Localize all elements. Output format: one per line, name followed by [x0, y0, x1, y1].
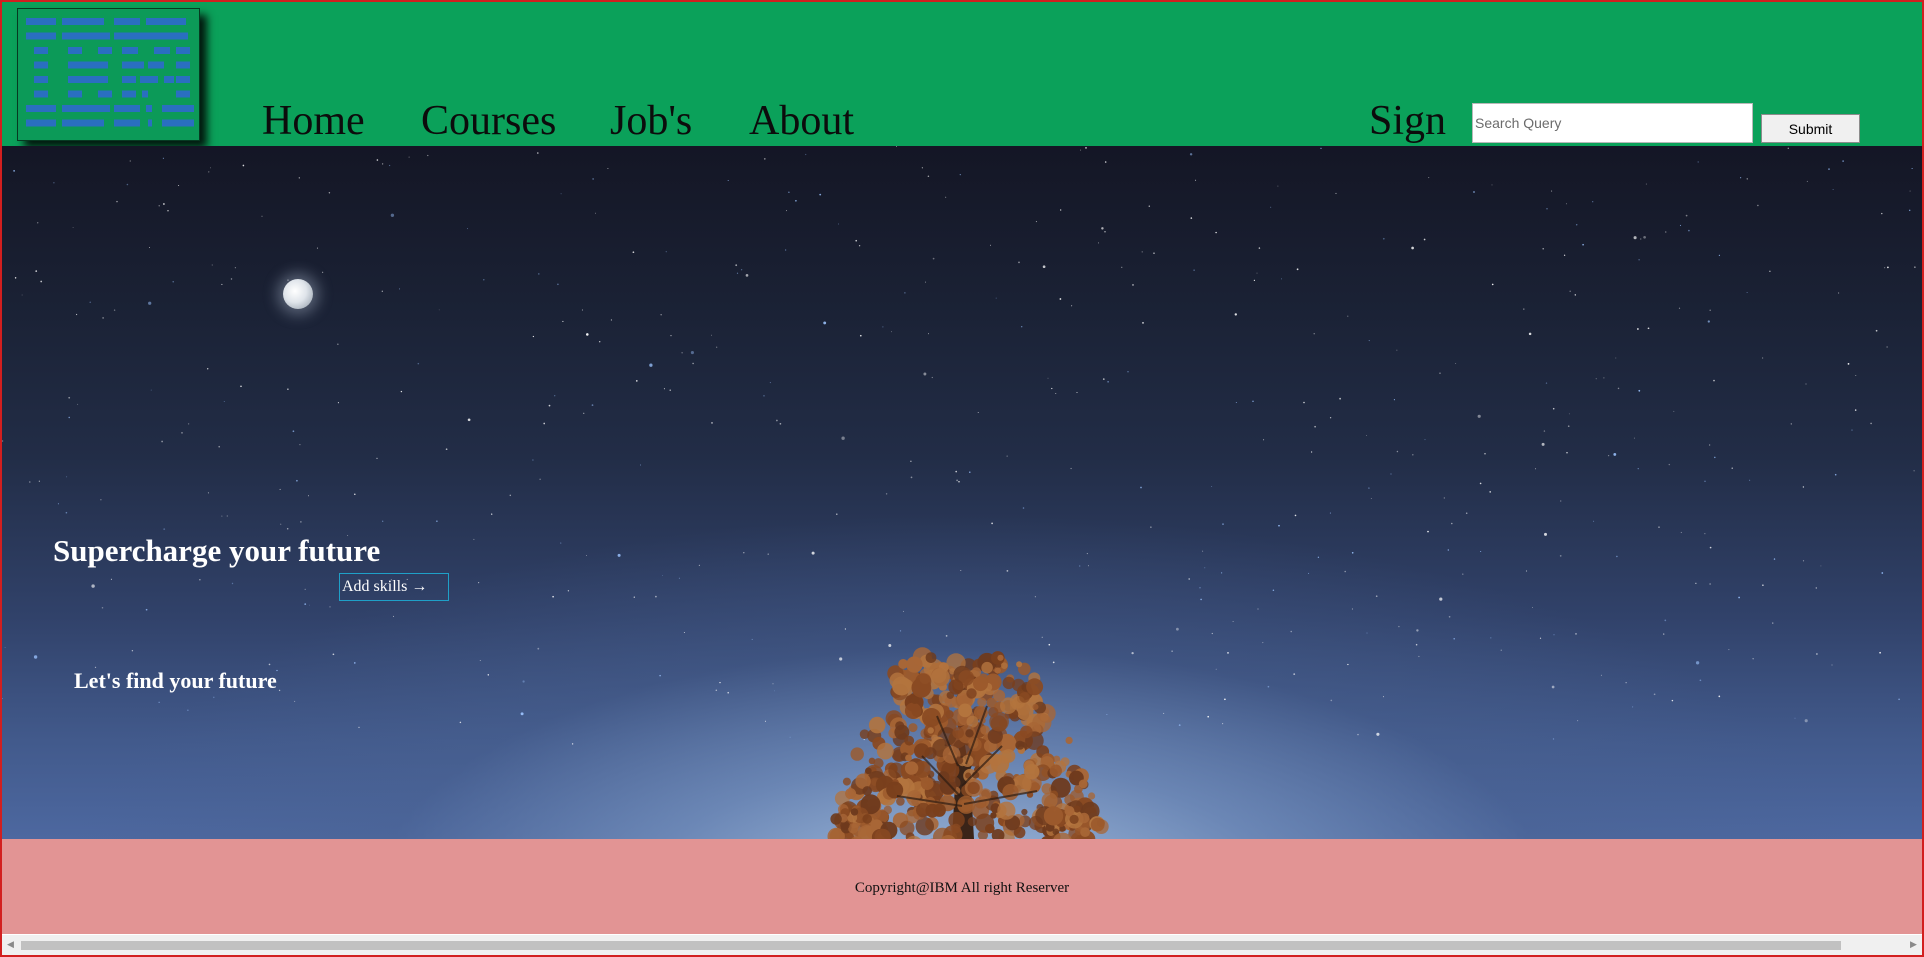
- nav-jobs-link[interactable]: Job's: [610, 100, 692, 142]
- scroll-right-arrow-icon[interactable]: ▶: [1905, 935, 1922, 955]
- nav-courses-link[interactable]: Courses: [421, 100, 556, 142]
- hero-section: Supercharge your future Add skills → Let…: [2, 146, 1922, 839]
- site-header: Home Courses Job's About Sign Submit: [2, 2, 1922, 146]
- moon-image: [283, 279, 313, 309]
- tree-image: [827, 647, 1109, 839]
- site-footer: Copyright@IBM All right Reserver: [2, 839, 1922, 934]
- scroll-left-arrow-icon[interactable]: ◀: [2, 935, 19, 955]
- add-skills-button[interactable]: Add skills →: [339, 573, 449, 601]
- hero-subtitle: Let's find your future: [74, 668, 277, 693]
- search-input[interactable]: [1472, 103, 1753, 143]
- nav-sign-link[interactable]: Sign: [1369, 100, 1446, 142]
- hero-title: Supercharge your future: [53, 533, 381, 568]
- nav-about-link[interactable]: About: [749, 100, 854, 142]
- nav-home-link[interactable]: Home: [262, 100, 365, 142]
- submit-button[interactable]: Submit: [1761, 114, 1860, 143]
- horizontal-scrollbar[interactable]: ◀ ▶: [2, 935, 1922, 955]
- copyright-text: Copyright@IBM All right Reserver: [854, 880, 1070, 896]
- page-frame: Home Courses Job's About Sign Submit Sup…: [0, 0, 1924, 957]
- scrollbar-thumb[interactable]: [21, 941, 1841, 950]
